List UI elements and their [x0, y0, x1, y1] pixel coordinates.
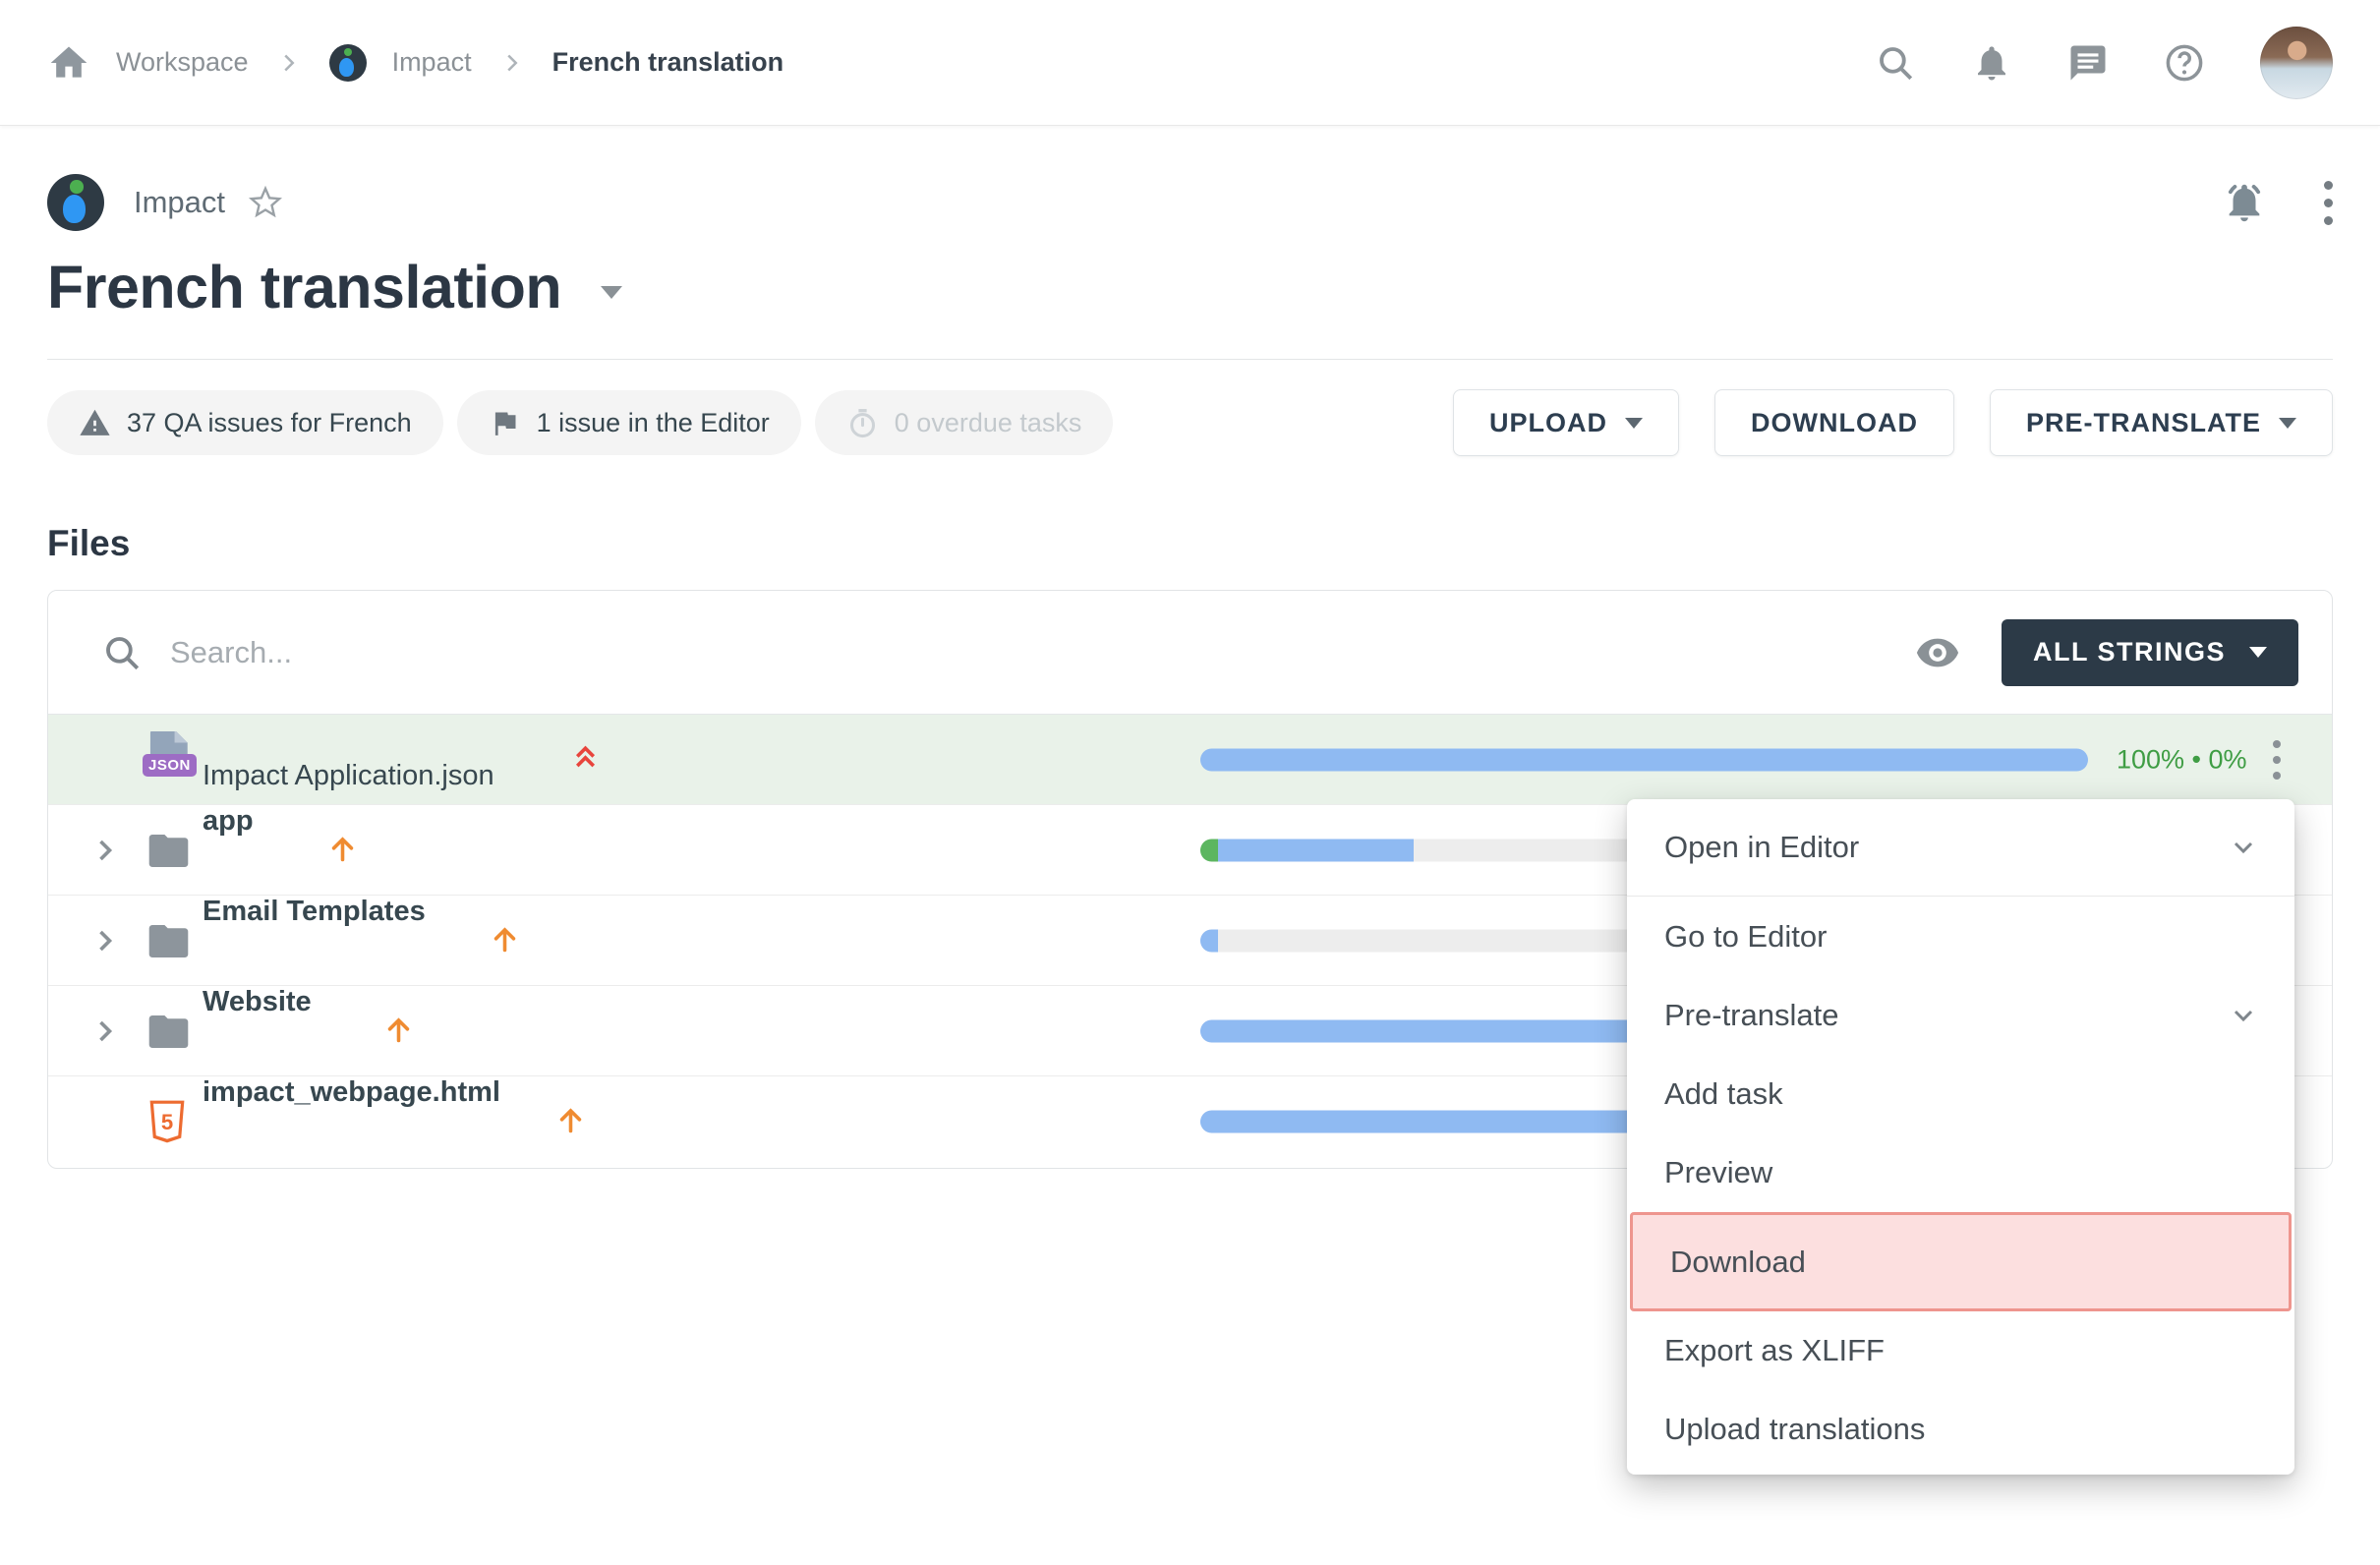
chevron-right-icon — [497, 48, 527, 78]
title-dropdown-caret-icon[interactable] — [601, 286, 622, 299]
file-context-menu: Open in Editor Go to Editor Pre-translat… — [1627, 799, 2294, 1475]
chevron-down-icon — [1625, 418, 1643, 429]
qa-issues-label: 37 QA issues for French — [127, 408, 412, 438]
search-input[interactable] — [170, 635, 1915, 670]
home-icon[interactable] — [47, 41, 90, 85]
warning-triangle-icon — [79, 407, 111, 439]
flag-icon — [489, 407, 521, 439]
row-more-menu-icon[interactable] — [2273, 740, 2281, 780]
upload-button-label: UPLOAD — [1489, 408, 1607, 438]
expand-chevron-icon[interactable] — [87, 1014, 123, 1049]
editor-issues-badge[interactable]: 1 issue in the Editor — [457, 390, 801, 455]
menu-item-label: Export as XLIFF — [1664, 1333, 1885, 1368]
chevron-down-icon — [2228, 832, 2259, 863]
header-divider — [47, 359, 2333, 360]
menu-item-download[interactable]: Download — [1630, 1212, 2292, 1311]
upload-button[interactable]: UPLOAD — [1453, 389, 1679, 456]
menu-item-label: Open in Editor — [1664, 830, 1859, 865]
menu-item-label: Pre-translate — [1664, 998, 1838, 1033]
menu-item-preview[interactable]: Preview — [1627, 1133, 2294, 1212]
priority-up-arrow-icon — [326, 833, 359, 865]
search-icon[interactable] — [1875, 42, 1916, 84]
pre-translate-button-label: PRE-TRANSLATE — [2026, 408, 2261, 438]
project-more-menu-icon[interactable] — [2324, 181, 2333, 225]
pre-translate-button[interactable]: PRE-TRANSLATE — [1990, 389, 2333, 456]
menu-item-label: Download — [1670, 1245, 1806, 1280]
menu-item-label: Preview — [1664, 1155, 1772, 1190]
menu-item-add-task[interactable]: Add task — [1627, 1055, 2294, 1133]
menu-item-upload-translations[interactable]: Upload translations — [1627, 1390, 2294, 1469]
download-button[interactable]: DOWNLOAD — [1714, 389, 1954, 456]
chevron-right-icon — [274, 48, 304, 78]
folder-name[interactable]: Email Templates — [203, 896, 426, 928]
table-row-impact-application-json[interactable]: JSON Impact Application.json 100% • 0% — [48, 715, 2332, 805]
html-file-icon: 5 — [148, 1100, 186, 1143]
menu-item-open-in-editor[interactable]: Open in Editor — [1627, 799, 2294, 897]
user-avatar[interactable] — [2260, 27, 2333, 99]
breadcrumb-project[interactable]: Impact — [392, 47, 472, 78]
folder-icon — [148, 835, 189, 867]
folder-icon — [148, 925, 189, 957]
priority-up-arrow-icon — [382, 1014, 415, 1046]
files-section-title: Files — [47, 523, 2333, 564]
expand-chevron-icon[interactable] — [87, 833, 123, 868]
expand-chevron-icon[interactable] — [87, 923, 123, 958]
svg-text:5: 5 — [161, 1110, 173, 1134]
title-row: French translation — [47, 253, 2333, 321]
progress-stats: 100% • 0% — [2117, 744, 2247, 775]
help-icon[interactable] — [2164, 42, 2205, 84]
app-window: Workspace Impact French translation — [0, 0, 2380, 1565]
editor-issues-label: 1 issue in the Editor — [537, 408, 770, 438]
messages-icon[interactable] — [2067, 42, 2109, 84]
folder-icon — [148, 1015, 189, 1048]
eye-visibility-icon[interactable] — [1915, 630, 1960, 675]
qa-issues-badge[interactable]: 37 QA issues for French — [47, 390, 443, 455]
json-badge-label: JSON — [143, 754, 197, 777]
overdue-tasks-badge[interactable]: 0 overdue tasks — [815, 390, 1114, 455]
menu-item-label: Add task — [1664, 1076, 1783, 1112]
breadcrumb-workspace[interactable]: Workspace — [116, 47, 249, 78]
project-header: Impact — [47, 174, 2333, 231]
menu-item-label: Go to Editor — [1664, 919, 1827, 955]
search-icon — [101, 632, 143, 673]
menu-item-pre-translate[interactable]: Pre-translate — [1627, 976, 2294, 1055]
download-button-label: DOWNLOAD — [1751, 408, 1918, 438]
folder-name[interactable]: app — [203, 805, 254, 838]
notifications-ring-icon[interactable] — [2222, 180, 2267, 225]
project-name[interactable]: Impact — [134, 185, 225, 220]
breadcrumb-current-page: French translation — [552, 47, 784, 78]
menu-item-label: Upload translations — [1664, 1412, 1925, 1447]
notifications-bell-icon[interactable] — [1971, 42, 2012, 84]
files-search-row: ALL STRINGS — [48, 591, 2332, 715]
strings-filter-button[interactable]: ALL STRINGS — [2002, 619, 2298, 686]
breadcrumb: Workspace Impact French translation — [47, 41, 784, 85]
priority-high-icon — [569, 742, 602, 775]
progress-bar — [1200, 748, 2088, 771]
topbar-actions — [1875, 27, 2333, 99]
strings-filter-label: ALL STRINGS — [2033, 637, 2226, 667]
project-logo-small — [329, 44, 367, 82]
page-title: French translation — [47, 253, 561, 321]
overdue-tasks-label: 0 overdue tasks — [895, 408, 1082, 438]
priority-up-arrow-icon — [489, 923, 521, 956]
file-name[interactable]: Impact Application.json — [203, 760, 494, 792]
menu-item-go-to-editor[interactable]: Go to Editor — [1627, 898, 2294, 976]
chevron-down-icon — [2249, 647, 2267, 658]
file-name[interactable]: impact_webpage.html — [203, 1076, 500, 1109]
chevron-down-icon — [2228, 1000, 2259, 1031]
folder-name[interactable]: Website — [203, 986, 312, 1018]
toolbar: 37 QA issues for French 1 issue in the E… — [47, 389, 2333, 456]
menu-item-export-as-xliff[interactable]: Export as XLIFF — [1627, 1311, 2294, 1390]
chevron-down-icon — [2279, 418, 2296, 429]
priority-up-arrow-icon — [554, 1104, 587, 1136]
favorite-star-icon[interactable] — [249, 186, 282, 219]
project-logo — [47, 174, 104, 231]
stopwatch-icon — [846, 407, 879, 439]
top-navigation-bar: Workspace Impact French translation — [0, 0, 2380, 126]
